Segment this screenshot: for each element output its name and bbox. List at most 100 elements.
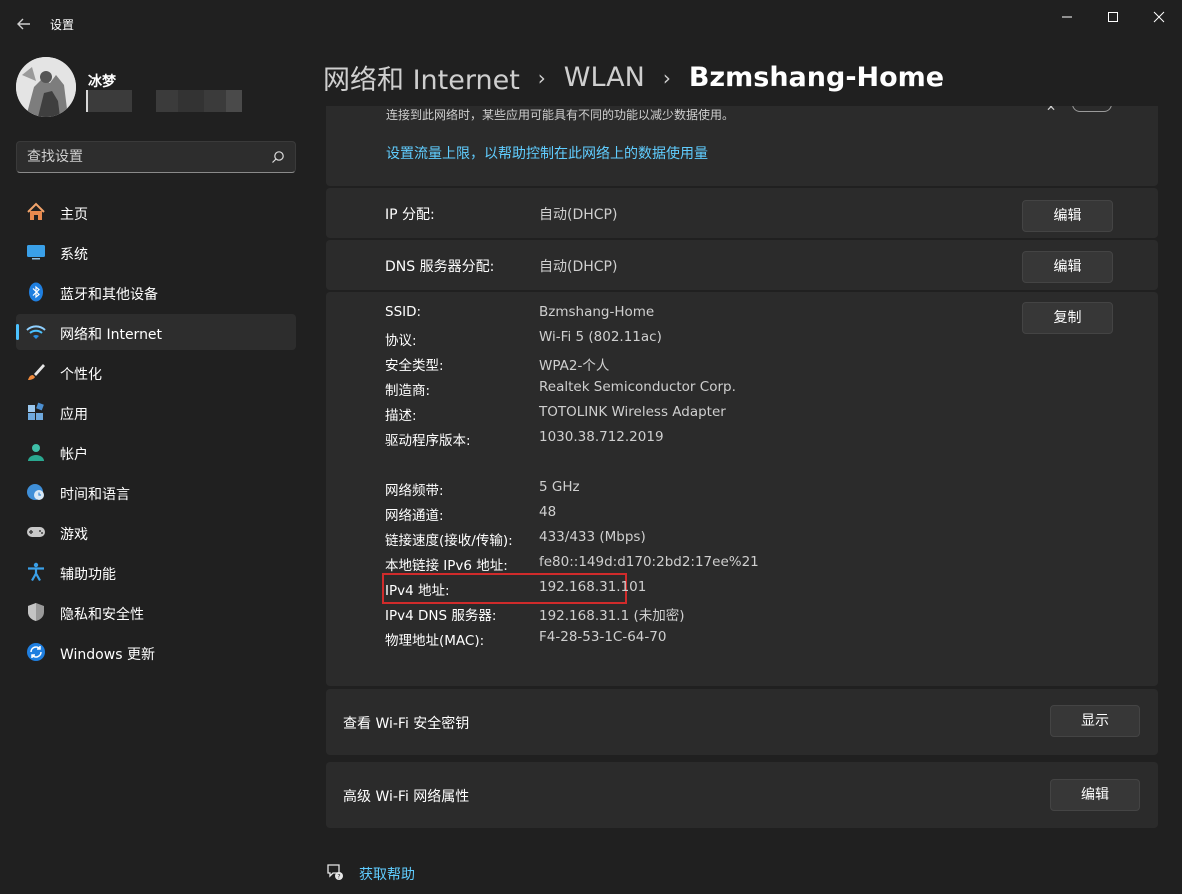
gamepad-icon bbox=[26, 522, 46, 542]
show-key-button[interactable]: 显示 bbox=[1050, 705, 1140, 737]
sidebar-item-accounts[interactable]: 帐户 bbox=[16, 434, 296, 470]
metered-toggle[interactable] bbox=[1072, 106, 1112, 112]
prop-label: 链接速度(接收/传输): bbox=[385, 533, 513, 549]
prop-value: Wi-Fi 5 (802.11ac) bbox=[539, 329, 662, 345]
sidebar-item-label: 个性化 bbox=[60, 367, 102, 383]
page-title: Bzmshang-Home bbox=[688, 62, 945, 93]
sidebar-item-gaming[interactable]: 游戏 bbox=[16, 514, 296, 550]
content-area: ✕ 连接到此网络时，某些应用可能具有不同的功能以减少数据使用。 设置流量上限，以… bbox=[326, 106, 1158, 894]
breadcrumb-wlan[interactable]: WLAN bbox=[564, 62, 645, 93]
ip-assignment-label: IP 分配: bbox=[385, 207, 435, 223]
prop-label: 驱动程序版本: bbox=[385, 433, 471, 449]
copy-button[interactable]: 复制 bbox=[1022, 302, 1113, 334]
title-bar: 设置 bbox=[0, 0, 1182, 48]
window-title: 设置 bbox=[50, 18, 75, 32]
chevron-right-icon: › bbox=[662, 65, 671, 90]
toggle-state-icon: ✕ bbox=[1046, 106, 1057, 114]
prop-label: 物理地址(MAC): bbox=[385, 633, 485, 649]
close-icon[interactable] bbox=[1136, 4, 1182, 30]
minimize-icon[interactable] bbox=[1044, 4, 1090, 30]
prop-label: IPv4 DNS 服务器: bbox=[385, 608, 497, 624]
maximize-icon[interactable] bbox=[1090, 4, 1136, 30]
dns-assignment-value: 自动(DHCP) bbox=[539, 259, 618, 275]
prop-value: Realtek Semiconductor Corp. bbox=[539, 379, 736, 395]
prop-value: Bzmshang-Home bbox=[539, 304, 655, 320]
security-key-card: 查看 Wi-Fi 安全密钥 显示 bbox=[326, 689, 1158, 755]
sidebar-item-apps[interactable]: 应用 bbox=[16, 394, 296, 430]
person-icon bbox=[26, 442, 46, 462]
sidebar-item-system[interactable]: 系统 bbox=[16, 234, 296, 270]
help-chat-icon: ? bbox=[326, 863, 344, 881]
chevron-right-icon: › bbox=[537, 65, 546, 90]
metered-description: 连接到此网络时，某些应用可能具有不同的功能以减少数据使用。 bbox=[386, 108, 735, 122]
prop-value: 48 bbox=[539, 504, 557, 520]
prop-label: 安全类型: bbox=[385, 358, 444, 374]
sidebar-item-label: 系统 bbox=[60, 247, 88, 263]
advanced-properties-card: 高级 Wi-Fi 网络属性 编辑 bbox=[326, 762, 1158, 828]
accessibility-icon bbox=[26, 562, 46, 582]
sidebar-item-label: 主页 bbox=[60, 207, 88, 223]
prop-label: 描述: bbox=[385, 408, 417, 424]
sidebar-item-home[interactable]: 主页 bbox=[16, 194, 296, 230]
sidebar-nav: 主页 系统 蓝牙和其他设备 网络和 Internet 个性化 应用 帐户 时间和… bbox=[16, 194, 296, 674]
search-box[interactable] bbox=[16, 141, 296, 173]
data-limit-link[interactable]: 设置流量上限，以帮助控制在此网络上的数据使用量 bbox=[386, 143, 708, 163]
sidebar-item-label: 帐户 bbox=[60, 447, 88, 463]
wifi-icon bbox=[26, 322, 46, 342]
globe-clock-icon bbox=[26, 482, 46, 502]
back-arrow-icon[interactable] bbox=[12, 12, 36, 36]
sidebar-item-label: 应用 bbox=[60, 407, 88, 423]
breadcrumb-network[interactable]: 网络和 Internet bbox=[323, 58, 520, 97]
sidebar-item-time-language[interactable]: 时间和语言 bbox=[16, 474, 296, 510]
sidebar-item-network[interactable]: 网络和 Internet bbox=[16, 314, 296, 350]
user-name: 冰梦 bbox=[88, 74, 116, 90]
edit-ip-button[interactable]: 编辑 bbox=[1022, 200, 1113, 232]
system-monitor-icon bbox=[26, 242, 46, 262]
ip-assignment-row: IP 分配: 自动(DHCP) 编辑 bbox=[326, 188, 1158, 238]
dns-assignment-row: DNS 服务器分配: 自动(DHCP) 编辑 bbox=[326, 240, 1158, 290]
prop-value: 5 GHz bbox=[539, 479, 580, 495]
dns-assignment-label: DNS 服务器分配: bbox=[385, 259, 495, 275]
prop-value: fe80::149d:d170:2bd2:17ee%21 bbox=[539, 554, 759, 570]
prop-label: 本地链接 IPv6 地址: bbox=[385, 558, 508, 574]
apps-icon bbox=[26, 402, 46, 422]
prop-value: F4-28-53-1C-64-70 bbox=[539, 629, 667, 645]
prop-label: 网络频带: bbox=[385, 483, 444, 499]
search-input[interactable] bbox=[27, 142, 267, 172]
sidebar-item-label: Windows 更新 bbox=[60, 647, 155, 663]
sidebar-item-label: 隐私和安全性 bbox=[60, 607, 144, 623]
get-help-link[interactable]: 获取帮助 bbox=[359, 864, 415, 884]
brush-icon bbox=[26, 362, 46, 382]
edit-dns-button[interactable]: 编辑 bbox=[1022, 251, 1113, 283]
ip-assignment-value: 自动(DHCP) bbox=[539, 207, 618, 223]
prop-label: 制造商: bbox=[385, 383, 431, 399]
ipv4-address-label: IPv4 地址: bbox=[385, 583, 450, 599]
home-icon bbox=[26, 202, 46, 222]
sidebar-item-label: 辅助功能 bbox=[60, 567, 116, 583]
sidebar-item-personalization[interactable]: 个性化 bbox=[16, 354, 296, 390]
security-key-label: 查看 Wi-Fi 安全密钥 bbox=[343, 716, 470, 732]
edit-advanced-button[interactable]: 编辑 bbox=[1050, 779, 1140, 811]
prop-value: 192.168.31.1 (未加密) bbox=[539, 608, 685, 624]
prop-value: WPA2-个人 bbox=[539, 358, 610, 374]
user-email-redacted bbox=[86, 90, 244, 112]
sidebar-item-label: 网络和 Internet bbox=[60, 327, 163, 343]
sidebar-item-label: 蓝牙和其他设备 bbox=[60, 287, 158, 303]
sidebar-item-privacy[interactable]: 隐私和安全性 bbox=[16, 594, 296, 630]
metered-connection-card: ✕ 连接到此网络时，某些应用可能具有不同的功能以减少数据使用。 设置流量上限，以… bbox=[326, 106, 1158, 186]
update-icon bbox=[26, 642, 46, 662]
sidebar-item-label: 游戏 bbox=[60, 527, 88, 543]
sidebar-item-windows-update[interactable]: Windows 更新 bbox=[16, 634, 296, 670]
prop-value: 1030.38.712.2019 bbox=[539, 429, 664, 445]
ipv4-address-value: 192.168.31.101 bbox=[539, 579, 647, 595]
prop-label: SSID: bbox=[385, 304, 422, 320]
sidebar-item-accessibility[interactable]: 辅助功能 bbox=[16, 554, 296, 590]
prop-value: 433/433 (Mbps) bbox=[539, 529, 646, 545]
bluetooth-icon bbox=[26, 282, 46, 302]
advanced-properties-label: 高级 Wi-Fi 网络属性 bbox=[343, 789, 470, 805]
prop-label: 协议: bbox=[385, 333, 417, 349]
search-icon[interactable] bbox=[271, 150, 285, 164]
network-properties-card: 复制 SSID: Bzmshang-Home 协议: Wi-Fi 5 (802.… bbox=[326, 292, 1158, 686]
sidebar-item-bluetooth[interactable]: 蓝牙和其他设备 bbox=[16, 274, 296, 310]
svg-text:?: ? bbox=[337, 874, 340, 881]
